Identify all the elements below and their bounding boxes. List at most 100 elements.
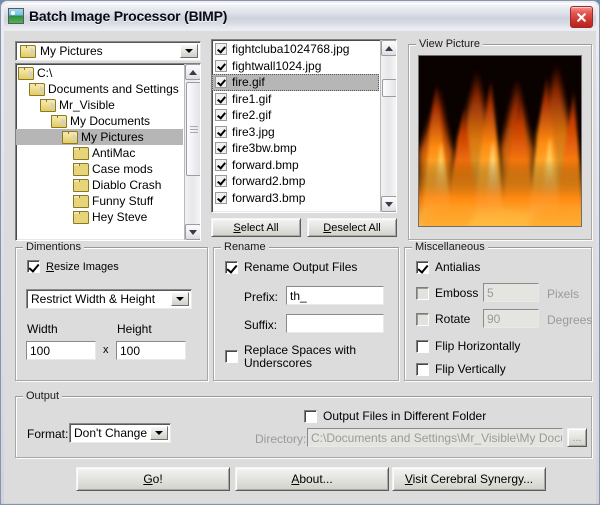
select-all-button[interactable]: Select All xyxy=(211,218,301,237)
client-area: My Pictures C:\ Documents and Settings Mr_… xyxy=(4,31,596,503)
flip-horizontally-row[interactable]: Flip Horizontally xyxy=(416,339,520,353)
rotate-unit-label: Degrees xyxy=(547,313,593,327)
height-input[interactable] xyxy=(116,341,186,360)
resize-images-row[interactable]: Resize Images xyxy=(27,260,119,273)
file-checkbox[interactable] xyxy=(215,191,227,204)
tree-item[interactable]: AntiMac xyxy=(16,145,183,161)
output-different-folder-row[interactable]: Output Files in Different Folder xyxy=(304,409,486,423)
folder-select-combo[interactable]: My Pictures xyxy=(15,41,201,61)
file-name-label: fire1.gif xyxy=(232,91,272,106)
file-list-item[interactable]: forward.bmp xyxy=(212,157,379,174)
file-list-item[interactable]: forward3.bmp xyxy=(212,190,379,207)
directory-tree[interactable]: C:\ Documents and Settings Mr_Visible My Do… xyxy=(15,63,201,241)
file-scroll-down-button[interactable] xyxy=(381,196,396,212)
folder-icon xyxy=(73,194,89,208)
tree-scroll-up-button[interactable] xyxy=(185,64,200,80)
tree-scrollbar[interactable] xyxy=(184,64,200,240)
suffix-input[interactable] xyxy=(286,314,384,333)
width-input[interactable] xyxy=(26,341,96,360)
file-list-item[interactable]: fire3bw.bmp xyxy=(212,140,379,157)
replace-spaces-checkbox[interactable] xyxy=(225,350,238,363)
tree-item[interactable]: My Pictures xyxy=(16,129,183,145)
times-label: x xyxy=(103,344,109,356)
flip-vertically-row[interactable]: Flip Vertically xyxy=(416,362,506,376)
deselect-all-button[interactable]: Deselect All xyxy=(307,218,397,237)
about-button[interactable]: About... xyxy=(235,467,389,491)
file-checkbox[interactable] xyxy=(215,76,227,89)
go-button[interactable]: Go! xyxy=(76,467,230,491)
file-scroll-thumb[interactable] xyxy=(382,79,396,97)
replace-spaces-row[interactable]: Replace Spaces with Underscores xyxy=(225,344,356,370)
tree-item[interactable]: Hey Steve xyxy=(16,209,183,225)
tree-item[interactable]: C:\ xyxy=(16,65,183,81)
rename-output-files-label: Rename Output Files xyxy=(244,260,358,274)
file-checkbox[interactable] xyxy=(215,175,227,188)
file-checkbox[interactable] xyxy=(215,158,227,171)
tree-item[interactable]: Diablo Crash xyxy=(16,177,183,193)
prefix-input[interactable] xyxy=(286,286,384,305)
format-value: Don't Change xyxy=(74,426,148,440)
emboss-unit-label: Pixels xyxy=(547,287,580,301)
tree-item-label: AntiMac xyxy=(92,146,136,160)
flip-vertically-checkbox[interactable] xyxy=(416,362,429,376)
file-checkbox[interactable] xyxy=(215,92,227,105)
select-all-label: elect All xyxy=(240,221,279,234)
file-scroll-up-button[interactable] xyxy=(381,40,396,56)
folder-open-icon xyxy=(18,66,34,80)
file-list-item[interactable]: fightwall1024.jpg xyxy=(212,58,379,75)
file-checkbox[interactable] xyxy=(215,142,227,155)
bimp-window: Batch Image Processor (BIMP) My Pictures… xyxy=(0,0,600,505)
file-list-scrollbar[interactable] xyxy=(380,40,396,212)
file-list-item[interactable]: fire.gif xyxy=(212,74,379,91)
file-checkbox[interactable] xyxy=(215,109,227,122)
chevron-down-icon[interactable] xyxy=(150,426,168,440)
chevron-down-icon[interactable] xyxy=(180,44,198,58)
visit-label: isit Cerebral Synergy... xyxy=(412,472,534,486)
file-checkbox[interactable] xyxy=(215,43,227,56)
emboss-checkbox[interactable] xyxy=(416,286,429,300)
file-list[interactable]: fightcluba1024768.jpg fightwall1024.jpg fi… xyxy=(211,39,397,213)
file-name-label: fire.gif xyxy=(232,75,265,90)
format-combo[interactable]: Don't Change xyxy=(69,423,171,443)
rotate-checkbox[interactable] xyxy=(416,312,429,326)
flip-horizontally-checkbox[interactable] xyxy=(416,339,429,353)
picture-preview[interactable] xyxy=(418,55,582,227)
file-checkbox[interactable] xyxy=(215,59,227,72)
tree-item[interactable]: My Documents xyxy=(16,113,183,129)
file-checkbox[interactable] xyxy=(215,125,227,138)
visit-button[interactable]: Visit Cerebral Synergy... xyxy=(392,467,546,491)
tree-scroll-down-button[interactable] xyxy=(185,224,200,240)
folder-icon xyxy=(20,44,36,58)
dimensions-group: Dimentions Resize Images Restrict Width … xyxy=(15,241,208,381)
width-label: Width xyxy=(27,322,58,336)
resize-images-checkbox[interactable] xyxy=(27,260,40,273)
antialias-row[interactable]: Antialias xyxy=(416,260,480,274)
tree-item[interactable]: Mr_Visible xyxy=(16,97,183,113)
close-button[interactable] xyxy=(570,6,593,28)
antialias-checkbox[interactable] xyxy=(416,260,429,274)
emboss-row[interactable]: Emboss xyxy=(416,286,478,300)
file-list-item[interactable]: fire1.gif xyxy=(212,91,379,108)
file-list-item[interactable]: fire3.jpg xyxy=(212,124,379,141)
chevron-down-icon[interactable] xyxy=(171,292,189,306)
dimensions-legend: Dimentions xyxy=(23,241,85,253)
file-list-item[interactable]: forward2.bmp xyxy=(212,173,379,190)
tree-item[interactable]: Funny Stuff xyxy=(16,193,183,209)
file-list-item[interactable]: fightcluba1024768.jpg xyxy=(212,41,379,58)
rotate-row[interactable]: Rotate xyxy=(416,312,470,326)
tree-item[interactable]: Case mods xyxy=(16,161,183,177)
title-bar[interactable]: Batch Image Processor (BIMP) xyxy=(4,3,596,29)
resize-mode-combo[interactable]: Restrict Width & Height xyxy=(26,289,192,309)
tree-item-label: Documents and Settings xyxy=(48,82,179,96)
rename-output-files-row[interactable]: Rename Output Files xyxy=(225,260,357,274)
antialias-label: Antialias xyxy=(435,260,481,274)
select-all-accel: S xyxy=(233,221,241,234)
deselect-all-accel: D xyxy=(323,221,332,234)
tree-scroll-thumb[interactable] xyxy=(186,82,200,176)
folder-icon xyxy=(73,146,89,160)
file-list-item[interactable]: fire2.gif xyxy=(212,107,379,124)
tree-item[interactable]: Documents and Settings xyxy=(16,81,183,97)
tree-item-label: Case mods xyxy=(92,162,153,176)
rename-output-files-checkbox[interactable] xyxy=(225,260,238,274)
output-different-folder-checkbox[interactable] xyxy=(304,409,317,423)
